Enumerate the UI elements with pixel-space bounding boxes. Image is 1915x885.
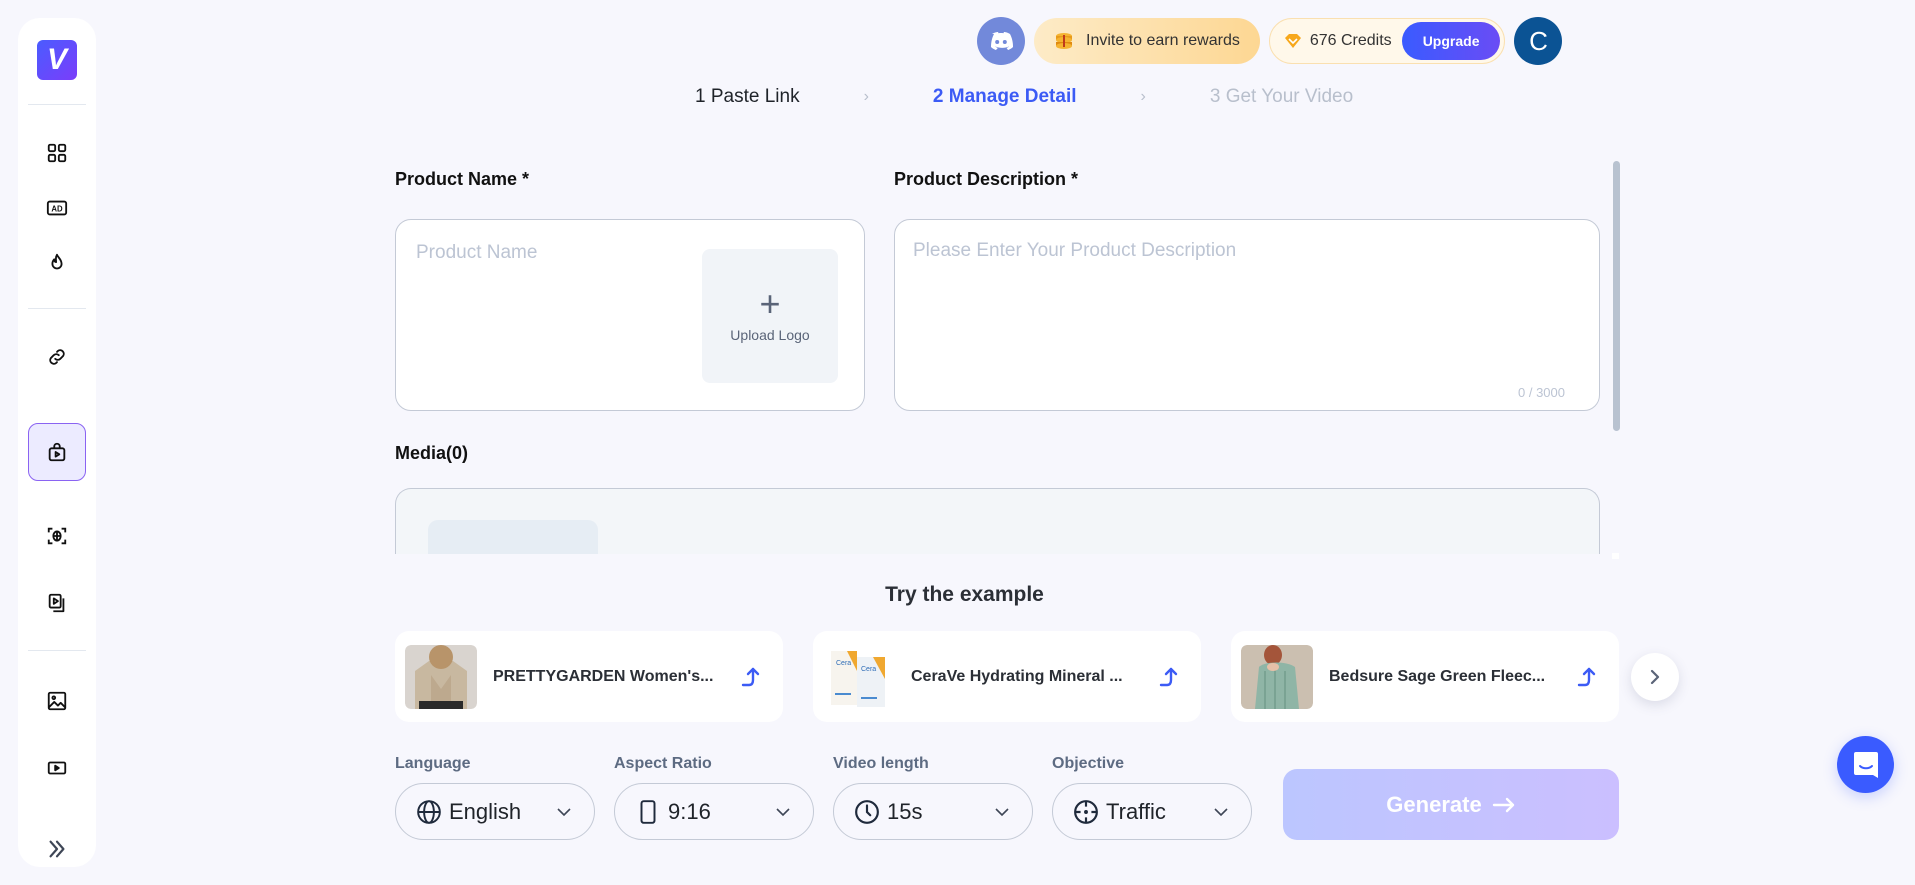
curved-arrow-icon[interactable] xyxy=(740,665,764,689)
sidebar-item-link-to-video[interactable] xyxy=(28,328,86,386)
step-get-your-video: 3 Get Your Video xyxy=(1209,86,1354,107)
example-name: Bedsure Sage Green Fleec... xyxy=(1329,667,1546,685)
support-chat-button[interactable] xyxy=(1837,736,1894,793)
example-name: CeraVe Hydrating Mineral ... xyxy=(911,667,1123,685)
portrait-phone-icon xyxy=(640,799,656,824)
image-icon xyxy=(47,691,67,711)
app-logo[interactable]: V xyxy=(37,40,77,80)
example-name: PRETTYGARDEN Women's... xyxy=(493,667,714,685)
credits-box: 676 Credits Upgrade xyxy=(1268,18,1506,64)
chevron-down-icon xyxy=(776,808,790,817)
sidebar-divider xyxy=(28,650,86,651)
plus-icon: + xyxy=(759,283,781,324)
objective-value: Traffic xyxy=(1106,798,1166,824)
sidebar-item-ads[interactable]: AD xyxy=(28,179,86,237)
sidebar-expand-button[interactable] xyxy=(28,820,86,878)
language-select[interactable]: English xyxy=(395,783,595,840)
curved-arrow-icon[interactable] xyxy=(1576,665,1600,689)
example-card[interactable]: PRETTYGARDEN Women's... xyxy=(395,631,783,722)
example-card[interactable]: Cera Cera CeraVe Hydrating Mineral ... xyxy=(813,631,1201,722)
sidebar-item-trending[interactable] xyxy=(28,234,86,292)
try-example-text: Try the example xyxy=(885,583,1044,606)
media-upload-area[interactable] xyxy=(395,488,1600,554)
step-indicator: 1 Paste Link › 2 Manage Detail › 3 Get Y… xyxy=(695,86,1353,108)
chat-icon xyxy=(1853,751,1878,778)
sidebar-divider xyxy=(28,104,86,105)
aspect-ratio-value: 9:16 xyxy=(668,798,711,824)
examples-next-button[interactable] xyxy=(1631,653,1679,701)
example-thumbnail-cerave: Cera Cera xyxy=(823,644,895,709)
invite-rewards-button[interactable]: Invite to earn rewards xyxy=(1034,18,1260,64)
media-label: Media(0) xyxy=(395,443,469,463)
chevron-right-icon: › xyxy=(1140,88,1146,105)
product-name-label: Product Name * xyxy=(395,169,530,189)
generate-label: Generate xyxy=(1386,791,1482,817)
flame-icon xyxy=(51,253,63,270)
top-bar: Invite to earn rewards 676 Credits Upgra… xyxy=(977,17,1563,65)
step-manage-detail[interactable]: 2 Manage Detail xyxy=(933,86,1077,108)
sidebar-item-video[interactable] xyxy=(28,739,86,797)
chevron-down-icon xyxy=(1214,808,1228,817)
svg-text:AD: AD xyxy=(51,205,63,214)
product-name-field: + Upload Logo xyxy=(395,219,865,411)
video-play-icon xyxy=(47,761,67,775)
product-description-input[interactable] xyxy=(913,240,1573,380)
grid-icon xyxy=(47,143,67,163)
svg-text:Cera: Cera xyxy=(861,666,876,673)
face-scan-icon xyxy=(47,527,67,545)
example-thumbnail-sweater xyxy=(405,644,477,709)
media-placeholder[interactable] xyxy=(428,520,598,554)
sidebar-item-dashboard[interactable] xyxy=(28,124,86,182)
coins-icon xyxy=(1056,33,1072,49)
language-label: Language xyxy=(395,755,471,772)
product-name-input[interactable] xyxy=(416,242,676,264)
user-avatar[interactable]: C xyxy=(1514,17,1563,65)
objective-label: Objective xyxy=(1052,755,1125,772)
video-length-label: Video length xyxy=(833,755,929,772)
chevron-right-icon: › xyxy=(863,88,869,105)
chevron-right-icon xyxy=(1650,669,1660,685)
video-length-select[interactable]: 15s xyxy=(833,783,1033,840)
upload-logo-label: Upload Logo xyxy=(730,327,810,343)
sidebar-item-product-video[interactable] xyxy=(28,423,86,481)
sidebar: V AD xyxy=(18,18,96,867)
double-chevron-right-icon xyxy=(49,840,65,858)
discord-button[interactable] xyxy=(977,17,1025,65)
language-value: English xyxy=(449,798,522,824)
invite-label: Invite to earn rewards xyxy=(1086,32,1240,49)
step-paste-link[interactable]: 1 Paste Link xyxy=(695,86,800,108)
crosshair-icon xyxy=(1074,799,1098,824)
chevron-down-icon xyxy=(995,808,1009,817)
try-example-title: Try the example xyxy=(0,583,1915,607)
upload-logo-button[interactable]: + Upload Logo xyxy=(702,249,838,383)
scrollbar-end xyxy=(1612,553,1619,559)
clock-icon xyxy=(855,799,879,824)
video-length-value: 15s xyxy=(887,798,923,824)
sidebar-item-image[interactable] xyxy=(28,672,86,730)
ad-icon: AD xyxy=(46,200,68,216)
svg-text:Cera: Cera xyxy=(836,660,851,667)
form-scrollbar[interactable] xyxy=(1613,161,1620,431)
curved-arrow-icon[interactable] xyxy=(1158,665,1182,689)
sidebar-item-avatar-scan[interactable] xyxy=(28,507,86,565)
globe-icon xyxy=(417,799,441,824)
upgrade-button[interactable]: Upgrade xyxy=(1401,22,1501,60)
chevron-down-icon xyxy=(557,808,571,817)
product-description-field: 0 / 3000 xyxy=(894,219,1600,411)
shopping-bag-play-icon xyxy=(48,442,66,462)
aspect-ratio-select[interactable]: 9:16 xyxy=(614,783,814,840)
product-description-label: Product Description * xyxy=(894,169,1079,189)
sidebar-divider xyxy=(28,308,86,309)
arrow-right-icon xyxy=(1492,797,1514,812)
discord-icon xyxy=(991,32,1013,50)
generate-button[interactable]: Generate xyxy=(1283,769,1619,840)
gem-icon xyxy=(1284,34,1301,48)
aspect-ratio-label: Aspect Ratio xyxy=(614,755,712,772)
char-count: 0 / 3000 xyxy=(1518,385,1565,400)
objective-select[interactable]: Traffic xyxy=(1052,783,1252,840)
credits-label: 676 Credits xyxy=(1309,32,1392,49)
link-icon xyxy=(49,349,65,365)
example-thumbnail-blanket xyxy=(1241,644,1313,709)
example-card[interactable]: Bedsure Sage Green Fleec... xyxy=(1231,631,1619,722)
